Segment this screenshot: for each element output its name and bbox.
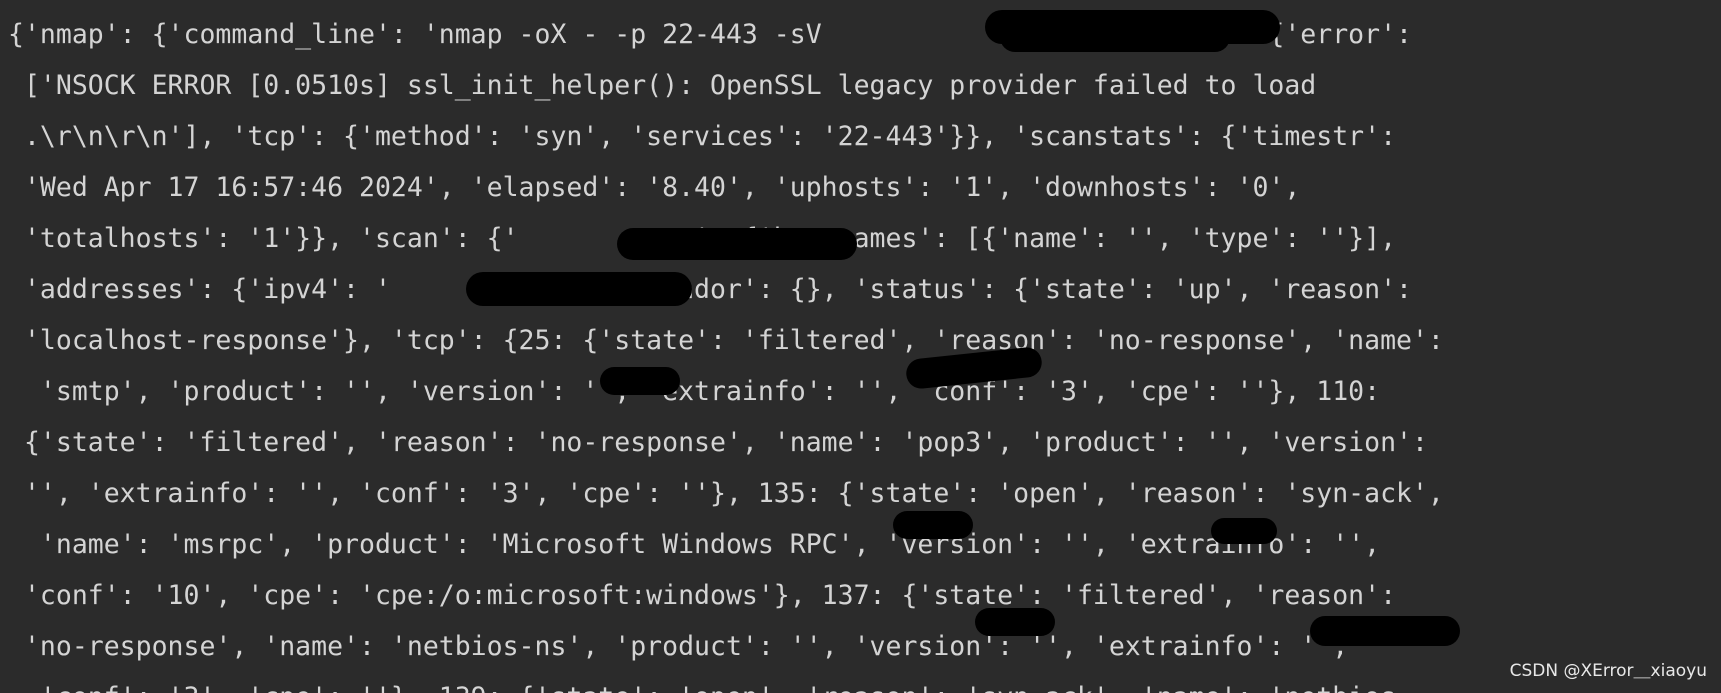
watermark-text: CSDN @XError＿xiaoyu <box>1509 661 1707 681</box>
console-line: 'conf': '10', 'cpe': 'cpe:/o:microsoft:w… <box>8 580 1397 611</box>
console-line: 'name': 'msrpc', 'product': 'Microsoft W… <box>8 529 1381 560</box>
redaction-mark <box>600 367 680 395</box>
redaction-mark <box>1000 22 1230 52</box>
console-line: 'conf': '3', 'cpe': ''}, 139: {'state': … <box>8 682 1396 693</box>
redaction-mark <box>617 228 857 260</box>
console-line: 'smtp', 'product': '', 'version': '', 'e… <box>8 376 1381 407</box>
console-line: '', 'extrainfo': '', 'conf': '3', 'cpe':… <box>8 478 1444 509</box>
redaction-mark <box>1310 616 1460 646</box>
console-line: .\r\n\r\n'], 'tcp': {'method': 'syn', 's… <box>8 121 1397 152</box>
console-line: 'no-response', 'name': 'netbios-ns', 'pr… <box>8 631 1349 662</box>
console-line: 'addresses': {'ipv4': ' '}, 'vendor': {}… <box>8 274 1412 305</box>
redaction-mark <box>975 608 1055 636</box>
redaction-mark <box>1211 518 1277 544</box>
console-line: ['NSOCK ERROR [0.0510s] ssl_init_helper(… <box>8 70 1317 101</box>
console-line: 'localhost-response'}, 'tcp': {25: {'sta… <box>8 325 1444 356</box>
redaction-mark <box>466 272 692 306</box>
console-line: 'Wed Apr 17 16:57:46 2024', 'elapsed': '… <box>8 172 1301 203</box>
redaction-mark <box>893 511 973 539</box>
console-output: {'nmap': {'command_line': 'nmap -oX - -p… <box>0 0 1721 693</box>
console-line: {'state': 'filtered', 'reason': 'no-resp… <box>8 427 1428 458</box>
